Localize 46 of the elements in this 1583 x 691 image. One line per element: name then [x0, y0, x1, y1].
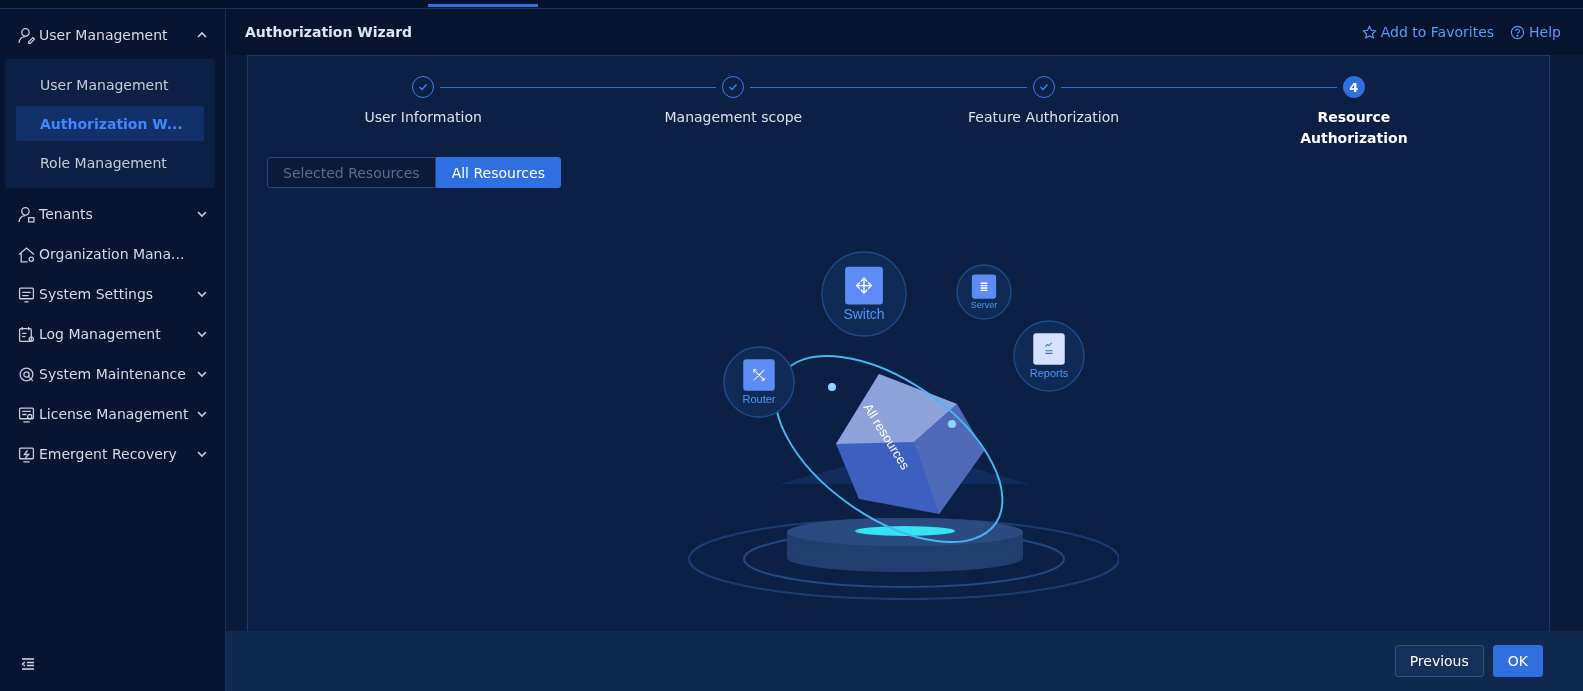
certificate-icon [18, 405, 35, 423]
resource-node-label: Server [970, 300, 997, 311]
resource-node-label: Router [742, 393, 775, 405]
check-icon [727, 81, 740, 93]
sidebar-group[interactable]: System Settings [18, 282, 208, 306]
sidebar-group[interactable]: User Management [18, 23, 208, 47]
check-icon [417, 81, 430, 93]
resource-node-label: Reports [1029, 367, 1068, 379]
sidebar-group[interactable]: Emergent Recovery [18, 442, 208, 466]
step-label: Feature Authorization [968, 108, 1120, 127]
step-number: 4 [1342, 76, 1365, 98]
star-icon [1361, 24, 1377, 40]
ok-button[interactable]: OK [1492, 645, 1543, 677]
sidebar-group[interactable]: License Management [18, 402, 208, 426]
user-edit-icon [18, 26, 35, 44]
sidebar-group[interactable]: Organization Mana... [18, 242, 208, 266]
chevron-icon[interactable] [196, 448, 208, 460]
chevron-icon[interactable] [196, 368, 208, 380]
help-icon [1510, 24, 1526, 40]
header-link[interactable]: Add to Favorites [1361, 24, 1495, 40]
calendar-gear-icon [18, 325, 35, 343]
collapse-menu-icon[interactable] [21, 657, 35, 671]
check-icon [1037, 81, 1050, 93]
header-link[interactable]: Help [1510, 24, 1561, 40]
magnifier-gear-icon [18, 365, 35, 383]
scope-toggle-button[interactable]: All Resources [435, 157, 561, 188]
resource-node-drawing [955, 264, 1012, 320]
chevron-icon[interactable] [196, 408, 208, 420]
sidebar-group[interactable]: Log Management [18, 322, 208, 346]
monitor-bolt-icon [18, 445, 35, 463]
sidebar-group[interactable]: Tenants [18, 202, 208, 226]
sidebar-group[interactable]: System Maintenance [18, 362, 208, 386]
step-label: Management scope [664, 108, 803, 127]
sidebar-item[interactable]: User Management [16, 67, 204, 102]
page-title: Authorization Wizard [245, 24, 414, 40]
sidebar-item[interactable]: Authorization W... [16, 106, 204, 141]
step-label: User Information [364, 108, 482, 127]
chevron-icon[interactable] [196, 288, 208, 300]
previous-button[interactable]: Previous [1394, 645, 1484, 677]
monitor-list-icon [18, 285, 35, 303]
step-label: Resource Authorization [1299, 108, 1409, 148]
resource-node-label: Switch [842, 306, 885, 323]
chevron-icon[interactable] [196, 328, 208, 340]
house-gear-icon [18, 245, 35, 263]
chevron-icon[interactable] [196, 208, 208, 220]
sidebar-item[interactable]: Role Management [16, 145, 204, 180]
